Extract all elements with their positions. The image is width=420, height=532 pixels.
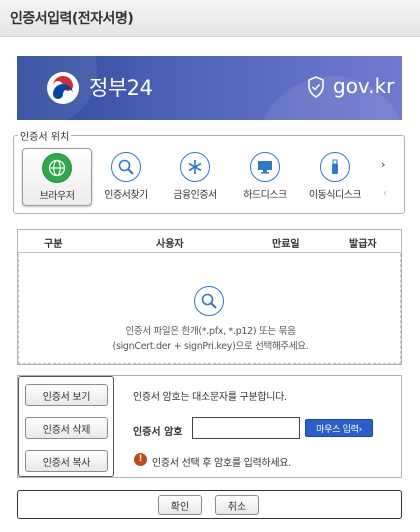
location-find-cert-button[interactable]: 인증서찾기	[91, 148, 161, 206]
search-icon	[111, 152, 141, 182]
window-title: 인증서입력(전자서명)	[10, 11, 134, 27]
location-removable-disk-button[interactable]: 이동식디스크	[300, 148, 370, 206]
location-label: 인증서찾기	[104, 190, 148, 201]
mouse-input-button[interactable]: 마우스 입력›	[305, 419, 373, 437]
delete-cert-button[interactable]: 인증서 삭제	[25, 417, 108, 439]
dropzone-message-line2: (signCert.der + signPri.key)으로 선택해주세요.	[112, 341, 309, 352]
monitor-icon	[250, 152, 280, 182]
location-label: 하드디스크	[243, 190, 287, 201]
chevron-right-icon[interactable]: ›	[381, 158, 386, 171]
column-header-user[interactable]: 사용자	[156, 235, 184, 250]
cert-file-dropzone[interactable]: 인증서 파일은 한개(*.pfx, *.p12) 또는 묶음 (signCert…	[18, 254, 401, 364]
chevron-left-icon[interactable]: ‹	[383, 188, 387, 199]
certificate-table: 구분 사용자 만료일 발급자 인증서 파일은 한개(*.pfx, *.p12) …	[17, 229, 402, 365]
password-label: 인증서 암호	[133, 427, 183, 438]
banner-domain: gov.kr	[333, 74, 395, 98]
location-label: 브라우저	[39, 191, 75, 202]
location-label: 금융인증서	[173, 190, 217, 201]
cert-location-legend: 인증서 위치	[20, 132, 70, 143]
dropzone-message-line1: 인증서 파일은 한개(*.pfx, *.p12) 또는 묶음	[125, 326, 296, 337]
column-header-expiry[interactable]: 만료일	[272, 235, 300, 250]
asterisk-icon	[180, 152, 210, 182]
password-case-notice: 인증서 암호는 대소문자를 구분합니다.	[133, 392, 287, 403]
cancel-button[interactable]: 취소	[215, 495, 259, 515]
ok-button[interactable]: 확인	[158, 495, 202, 515]
password-input[interactable]	[192, 417, 300, 439]
location-financial-cert-button[interactable]: 금융인증서	[160, 148, 230, 206]
gov24-banner: 정부24 gov.kr	[17, 56, 402, 120]
shield-icon	[308, 76, 324, 98]
warning-icon: !	[134, 453, 147, 466]
column-header-type[interactable]: 구분	[44, 235, 62, 250]
usb-icon	[320, 152, 350, 182]
taegeuk-logo-icon	[47, 72, 79, 104]
cert-action-group: 인증서 보기 인증서 삭제 인증서 복사	[18, 376, 114, 477]
location-harddisk-button[interactable]: 하드디스크	[230, 148, 300, 206]
copy-cert-button[interactable]: 인증서 복사	[25, 450, 108, 472]
column-header-issuer[interactable]: 발급자	[349, 235, 377, 250]
title-bar: 인증서입력(전자서명)	[0, 0, 420, 37]
password-warning: 인증서 선택 후 암호를 입력하세요.	[152, 458, 291, 469]
globe-icon	[42, 153, 72, 183]
search-icon	[194, 286, 224, 316]
location-browser-button[interactable]: 브라우저	[22, 148, 92, 206]
location-label: 이동식디스크	[308, 190, 362, 201]
password-panel: 인증서 보기 인증서 삭제 인증서 복사 인증서 암호는 대소문자를 구분합니다…	[17, 375, 402, 478]
dialog-footer: 확인 취소	[17, 490, 402, 519]
banner-brand: 정부24	[89, 76, 153, 100]
table-header: 구분 사용자 만료일 발급자	[18, 230, 401, 253]
view-cert-button[interactable]: 인증서 보기	[25, 384, 108, 406]
